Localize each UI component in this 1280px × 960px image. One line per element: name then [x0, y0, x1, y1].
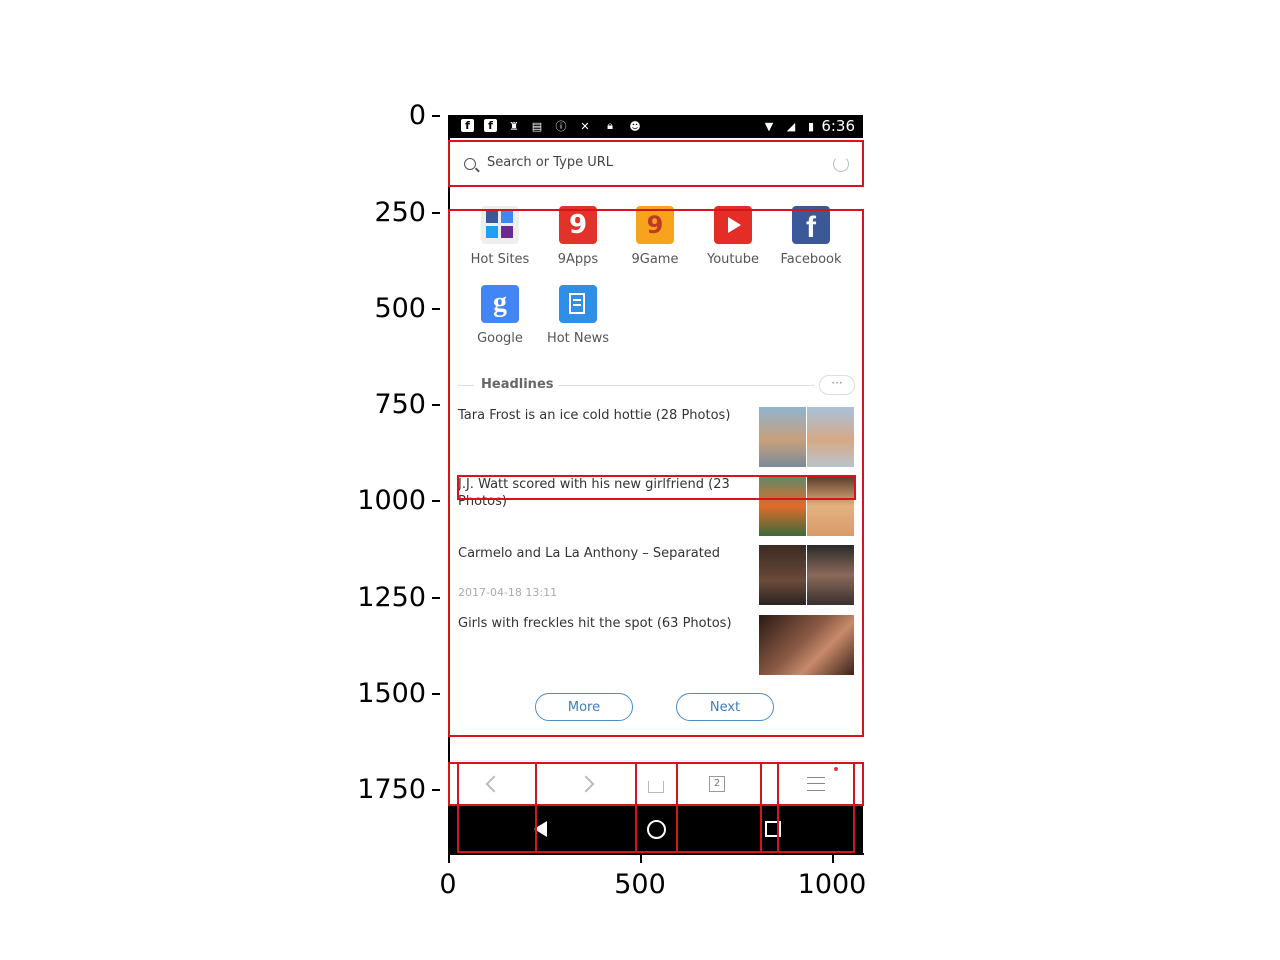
site-9apps[interactable]: 9 9Apps: [541, 206, 615, 267]
news-thumbnail[interactable]: [759, 407, 854, 467]
site-label: 9Apps: [557, 252, 599, 267]
hot-sites-icon: [481, 206, 519, 244]
site-label: Youtube: [707, 252, 759, 267]
android-icon: ☻: [629, 119, 641, 133]
y-tick-label: 1500: [357, 678, 426, 709]
more-options-icon[interactable]: ···: [819, 375, 855, 395]
menu-icon: [807, 776, 825, 791]
site-label: Hot News: [546, 331, 610, 346]
home-icon: [648, 780, 664, 793]
facebook-icon: f: [792, 206, 830, 244]
facebook-notification-icon: f: [484, 119, 497, 132]
site-label: Facebook: [780, 252, 842, 267]
news-item[interactable]: Tara Frost is an ice cold hottie (28 Pho…: [458, 407, 854, 467]
news-thumbnail[interactable]: [759, 476, 854, 536]
refresh-icon[interactable]: [833, 156, 849, 172]
site-youtube[interactable]: Youtube: [696, 206, 770, 267]
news-title[interactable]: Tara Frost is an ice cold hottie (28 Pho…: [458, 407, 754, 424]
news-item[interactable]: J.J. Watt scored with his new girlfriend…: [458, 476, 854, 536]
search-icon: [464, 158, 476, 170]
y-tick-label: 1750: [357, 774, 426, 805]
browser-toolbar: 2: [450, 760, 863, 806]
tabs-icon: 2: [709, 775, 725, 792]
site-9game[interactable]: 9 9Game: [618, 206, 692, 267]
search-placeholder[interactable]: Search or Type URL: [487, 155, 613, 170]
site-hot-news[interactable]: Hot News: [541, 285, 615, 346]
notification-dot-icon: [834, 767, 838, 771]
url-search-bar[interactable]: Search or Type URL: [450, 145, 863, 185]
next-button[interactable]: Next: [676, 693, 774, 721]
y-tick-label: 1000: [357, 485, 426, 516]
news-item[interactable]: Carmelo and La La Anthony – Separated 20…: [458, 545, 854, 605]
google-icon: g: [481, 285, 519, 323]
site-label: Google: [477, 331, 523, 346]
site-label: 9Game: [631, 252, 679, 267]
system-home-button[interactable]: [636, 805, 676, 853]
news-title[interactable]: J.J. Watt scored with his new girlfriend…: [458, 476, 754, 510]
news-title[interactable]: Carmelo and La La Anthony – Separated: [458, 545, 754, 562]
divider: [558, 385, 814, 386]
headlines-title: Headlines: [481, 377, 554, 392]
system-nav-bar: [450, 805, 863, 853]
status-time: 6:36: [821, 117, 855, 135]
phone-screen: f f ♜ ▤ ⓘ ✕ 🔒︎ ☻ ▼ ◢ ▮ 6:36 Search or Ty…: [450, 115, 863, 853]
signal-icon: ◢: [786, 119, 796, 133]
headlines-header: Headlines ···: [458, 375, 855, 395]
news-title[interactable]: Girls with freckles hit the spot (63 Pho…: [458, 615, 754, 632]
system-recents-button[interactable]: [750, 805, 795, 853]
x-tick-label: 0: [439, 869, 457, 900]
message-icon: ▤: [531, 119, 543, 133]
site-label: Hot Sites: [470, 252, 530, 267]
site-hot-sites[interactable]: Hot Sites: [463, 206, 537, 267]
9apps-icon: 9: [559, 206, 597, 244]
news-thumbnail[interactable]: [759, 615, 854, 675]
news-thumbnail[interactable]: [759, 545, 854, 605]
lock-icon: 🔒︎: [607, 119, 613, 132]
y-tick-label: 750: [374, 389, 426, 420]
news-date: 2017-04-18 13:11: [458, 586, 558, 599]
youtube-icon: [714, 206, 752, 244]
home-button[interactable]: [637, 761, 675, 806]
y-tick-label: 0: [408, 100, 426, 131]
divider: [458, 385, 474, 386]
y-tick-label: 250: [374, 197, 426, 228]
wifi-icon: ▼: [764, 119, 774, 133]
recents-square-icon: [764, 821, 781, 837]
9game-icon: 9: [636, 206, 674, 244]
site-google[interactable]: g Google: [463, 285, 537, 346]
tabs-button[interactable]: 2: [676, 761, 758, 806]
home-circle-icon: [646, 819, 666, 839]
menu-button[interactable]: [778, 761, 854, 806]
x-tick-label: 500: [614, 869, 666, 900]
chevron-right-icon: [577, 775, 595, 792]
y-tick-label: 1250: [357, 582, 426, 613]
battery-icon: ▮: [807, 119, 815, 133]
y-tick-label: 500: [374, 293, 426, 324]
x-tick-label: 1000: [797, 869, 867, 900]
facebook-notification-icon: f: [461, 119, 474, 132]
back-triangle-icon: [533, 821, 547, 837]
more-button[interactable]: More: [535, 693, 633, 721]
alert-icon: ⓘ: [555, 120, 567, 133]
no-sim-icon: ✕: [580, 119, 590, 133]
status-bar: f f ♜ ▤ ⓘ ✕ 🔒︎ ☻ ▼ ◢ ▮ 6:36: [450, 115, 863, 138]
site-facebook[interactable]: f Facebook: [774, 206, 848, 267]
hot-news-icon: [559, 285, 597, 323]
system-back-button[interactable]: [510, 805, 570, 853]
forward-button[interactable]: [536, 761, 636, 806]
back-button[interactable]: [454, 761, 534, 806]
chess-icon: ♜: [509, 119, 519, 133]
news-item[interactable]: Girls with freckles hit the spot (63 Pho…: [458, 615, 854, 675]
chevron-left-icon: [485, 775, 503, 792]
